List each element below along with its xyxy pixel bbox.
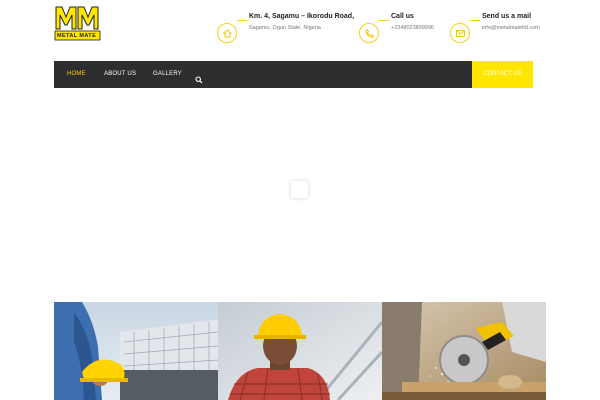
slider-loading-indicator xyxy=(291,181,308,198)
contact-address-title: Km. 4, Sagamu – Ikorodu Road, xyxy=(249,13,355,20)
contact-divider xyxy=(470,20,480,21)
nav-item-home[interactable]: HOME xyxy=(67,61,86,88)
contact-divider xyxy=(237,20,247,21)
home-icon xyxy=(217,23,237,43)
phone-icon xyxy=(359,23,379,43)
logo-text: METAL MATE xyxy=(57,33,97,39)
mail-icon xyxy=(450,23,470,43)
main-nav: HOME ABOUT US GALLERY CONTACT US xyxy=(54,61,533,88)
search-icon[interactable] xyxy=(195,71,203,84)
company-logo[interactable]: METAL MATE xyxy=(54,3,102,43)
nav-item-gallery[interactable]: GALLERY xyxy=(153,61,182,88)
service-photo-worker-holding-helmet[interactable] xyxy=(54,302,218,400)
contact-phone-title: Call us xyxy=(391,13,414,20)
contact-address-subtitle: Sagamu, Ogun State, Nigeria xyxy=(249,25,321,31)
contact-us-button[interactable]: CONTACT US xyxy=(472,61,533,88)
contact-divider xyxy=(379,20,389,21)
service-photo-mitre-saw[interactable] xyxy=(382,302,546,400)
contact-mail-address[interactable]: info@metalmateltd.com xyxy=(482,25,540,31)
service-photo-worker-hard-hat[interactable] xyxy=(218,302,382,400)
contact-mail-title: Send us a mail xyxy=(482,13,532,20)
nav-item-about-us[interactable]: ABOUT US xyxy=(104,61,136,88)
contact-phone-number[interactable]: +2348023899996 xyxy=(391,25,434,31)
